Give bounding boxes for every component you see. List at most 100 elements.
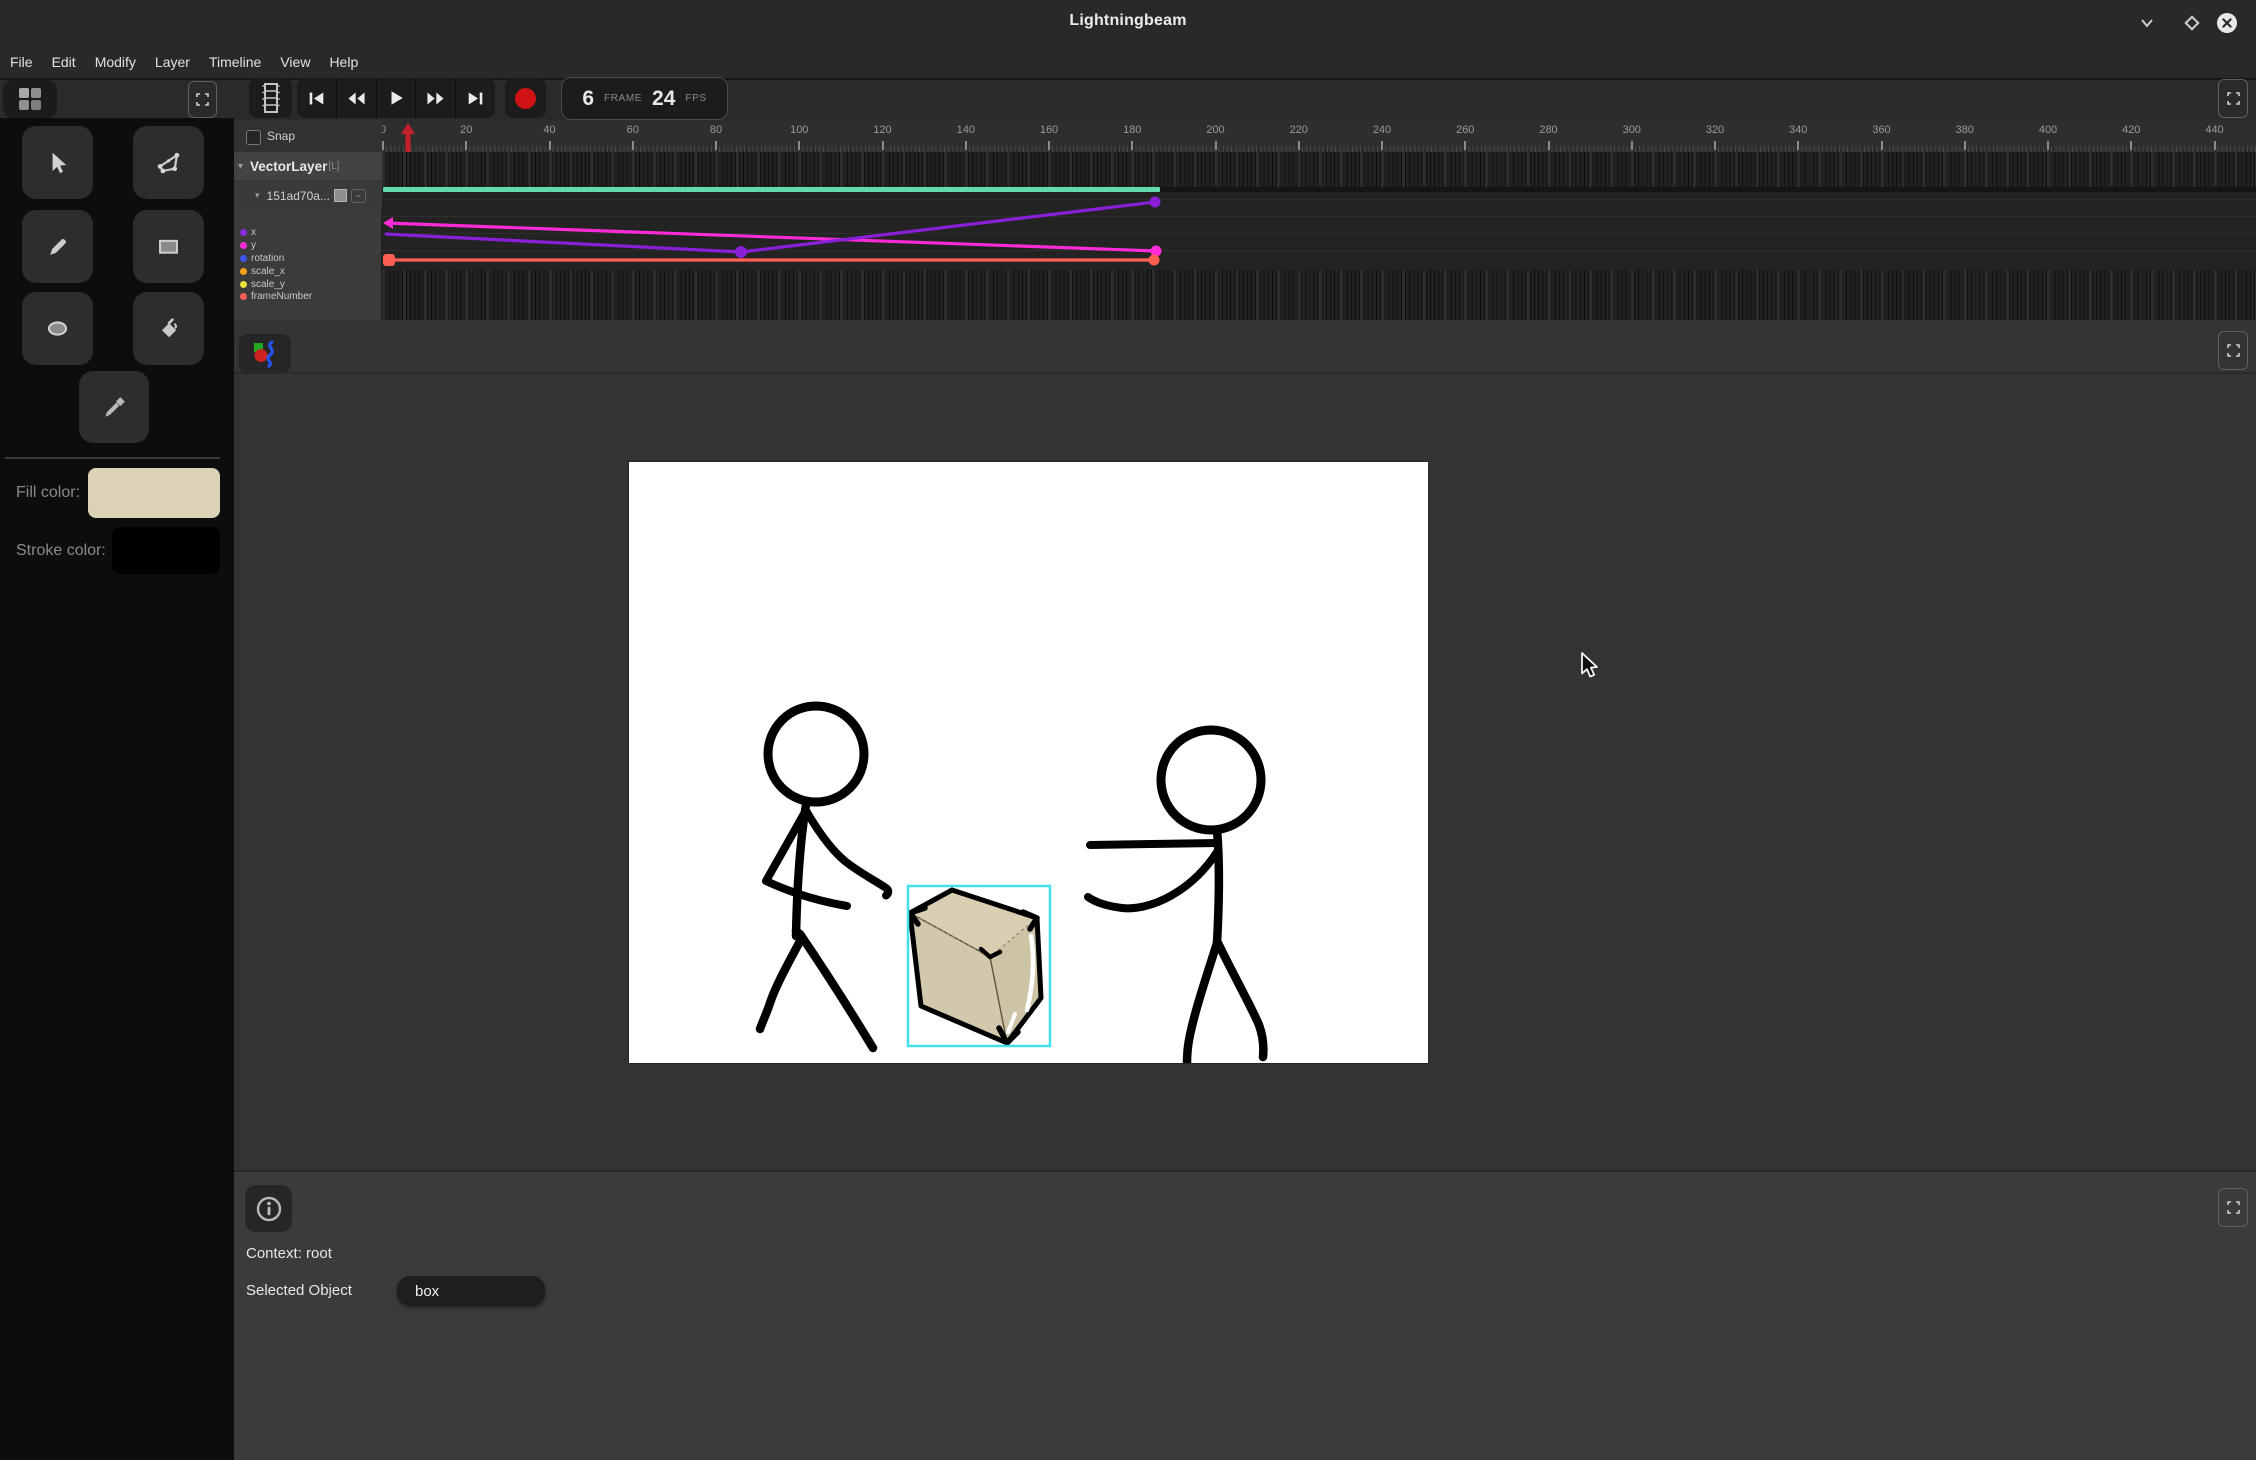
play-button[interactable]: [376, 78, 416, 118]
tools-fullscreen-button[interactable]: [188, 81, 217, 118]
fullscreen-icon: [2227, 344, 2240, 357]
record-icon: [515, 88, 536, 109]
stick-figure-left[interactable]: [760, 706, 888, 1048]
property-row-y[interactable]: y: [234, 239, 382, 252]
panel-grid-button[interactable]: [3, 80, 57, 118]
property-color-dot: [240, 255, 247, 262]
x-curve-keyframe[interactable]: [735, 246, 747, 258]
eyedropper-tool-button[interactable]: [79, 371, 149, 443]
property-color-dot: [240, 242, 247, 249]
property-row-scale_x[interactable]: scale_x: [234, 265, 382, 278]
scene-graphics-icon: [250, 340, 280, 368]
menubar: File Edit Modify Layer Timeline View Help: [0, 46, 2256, 80]
property-name: scale_x: [251, 266, 285, 277]
ruler-label: 20: [460, 124, 472, 136]
paint-bucket-icon: [155, 315, 182, 342]
stage-fullscreen-button[interactable]: [2218, 331, 2248, 370]
skip-to-start-button[interactable]: [297, 78, 336, 118]
playhead-marker[interactable]: [401, 123, 415, 152]
x-curve-keyframe[interactable]: [1150, 197, 1161, 208]
rectangle-tool-button[interactable]: [133, 210, 204, 283]
window-title: Lightningbeam: [0, 12, 2256, 30]
tool-panel-header: [0, 80, 234, 118]
object-row[interactable]: ▾ 151ad70a... ~: [234, 181, 382, 210]
paint-bucket-tool-button[interactable]: [133, 292, 204, 365]
ruler-major-tick: [1131, 141, 1133, 150]
property-row-x[interactable]: x: [234, 226, 382, 239]
fill-color-swatch[interactable]: [88, 468, 220, 518]
skip-to-end-button[interactable]: [455, 78, 495, 118]
snap-zone: Snap: [234, 120, 382, 152]
ellipse-icon: [44, 315, 71, 342]
frameNumber-curve-start-marker[interactable]: [383, 254, 395, 266]
ruler-major-tick: [1631, 141, 1633, 150]
menu-view[interactable]: View: [280, 52, 310, 72]
playback-controls: [297, 78, 495, 118]
timeline-ruler[interactable]: Snap 02040608010012014016018020022024026…: [234, 120, 2256, 152]
stage-drawing: [629, 462, 1428, 1063]
transform-tool-button[interactable]: [133, 126, 204, 199]
menu-layer[interactable]: Layer: [155, 52, 190, 72]
film-button[interactable]: [249, 78, 292, 118]
stage-canvas[interactable]: [629, 462, 1428, 1063]
collapse-triangle-icon[interactable]: ▾: [255, 190, 260, 201]
pencil-icon: [45, 234, 71, 260]
titlebar: Lightningbeam: [0, 0, 2256, 46]
ruler-major-tick: [1881, 141, 1883, 150]
ruler-ticks[interactable]: 0204060801001201401601802002202402602803…: [382, 120, 2256, 152]
object-name[interactable]: 151ad70a...: [267, 189, 330, 203]
ruler-major-tick: [2214, 141, 2216, 150]
fast-forward-button[interactable]: [415, 78, 455, 118]
ruler-major-tick: [798, 141, 800, 150]
info-fullscreen-button[interactable]: [2218, 1188, 2248, 1227]
property-row-rotation[interactable]: rotation: [234, 252, 382, 265]
stage-scene-button[interactable]: [239, 334, 291, 373]
property-row-scale_y[interactable]: scale_y: [234, 278, 382, 291]
selected-object-field[interactable]: box: [397, 1276, 545, 1306]
rewind-button[interactable]: [336, 78, 376, 118]
menu-modify[interactable]: Modify: [95, 52, 136, 72]
maximize-icon[interactable]: [2180, 11, 2204, 35]
timeline-tracks[interactable]: [382, 152, 2256, 320]
record-button[interactable]: [505, 78, 546, 118]
ruler-major-tick: [382, 141, 384, 150]
pencil-tool-button[interactable]: [22, 210, 93, 283]
box-object[interactable]: [908, 886, 1050, 1046]
info-icon: [256, 1196, 282, 1222]
stroke-color-swatch[interactable]: [112, 527, 220, 574]
frameNumber-curve-keyframe[interactable]: [1149, 255, 1160, 266]
ruler-label: 0: [382, 124, 386, 136]
layer-name[interactable]: VectorLayer: [250, 159, 327, 174]
property-row-frameNumber[interactable]: frameNumber: [234, 290, 382, 303]
object-visibility-toggle[interactable]: [334, 189, 347, 202]
close-icon[interactable]: [2215, 11, 2239, 35]
ruler-label: 340: [1789, 124, 1807, 136]
menu-help[interactable]: Help: [329, 52, 358, 72]
snap-label: Snap: [267, 129, 295, 143]
select-tool-button[interactable]: [22, 126, 93, 199]
ruler-label: 140: [957, 124, 975, 136]
info-button[interactable]: [245, 1185, 292, 1232]
timeline-curves[interactable]: [382, 152, 2256, 320]
timeline-fullscreen-button[interactable]: [2218, 79, 2248, 118]
collapse-triangle-icon[interactable]: ▾: [238, 161, 243, 172]
snap-checkbox[interactable]: [246, 130, 261, 145]
ruler-major-tick: [1298, 141, 1300, 150]
property-name: rotation: [251, 253, 284, 264]
object-tween-toggle[interactable]: ~: [351, 189, 366, 203]
minimize-icon[interactable]: [2135, 11, 2159, 35]
stick-figure-right[interactable]: [1088, 730, 1263, 1063]
y-curve-start-marker[interactable]: [383, 217, 393, 229]
ellipse-tool-button[interactable]: [22, 292, 93, 365]
menu-edit[interactable]: Edit: [52, 52, 76, 72]
ruler-major-tick: [1548, 141, 1550, 150]
transform-icon: [155, 149, 182, 176]
menu-timeline[interactable]: Timeline: [209, 52, 261, 72]
ruler-major-tick: [1381, 141, 1383, 150]
menu-file[interactable]: File: [10, 52, 33, 72]
eyedropper-icon: [101, 394, 128, 421]
layer-row[interactable]: ▾ VectorLayer [L]: [234, 152, 382, 181]
frame-fps-display: 6 FRAME 24 FPS: [561, 77, 728, 120]
frame-number[interactable]: 6: [582, 87, 594, 111]
fps-number[interactable]: 24: [652, 87, 675, 111]
